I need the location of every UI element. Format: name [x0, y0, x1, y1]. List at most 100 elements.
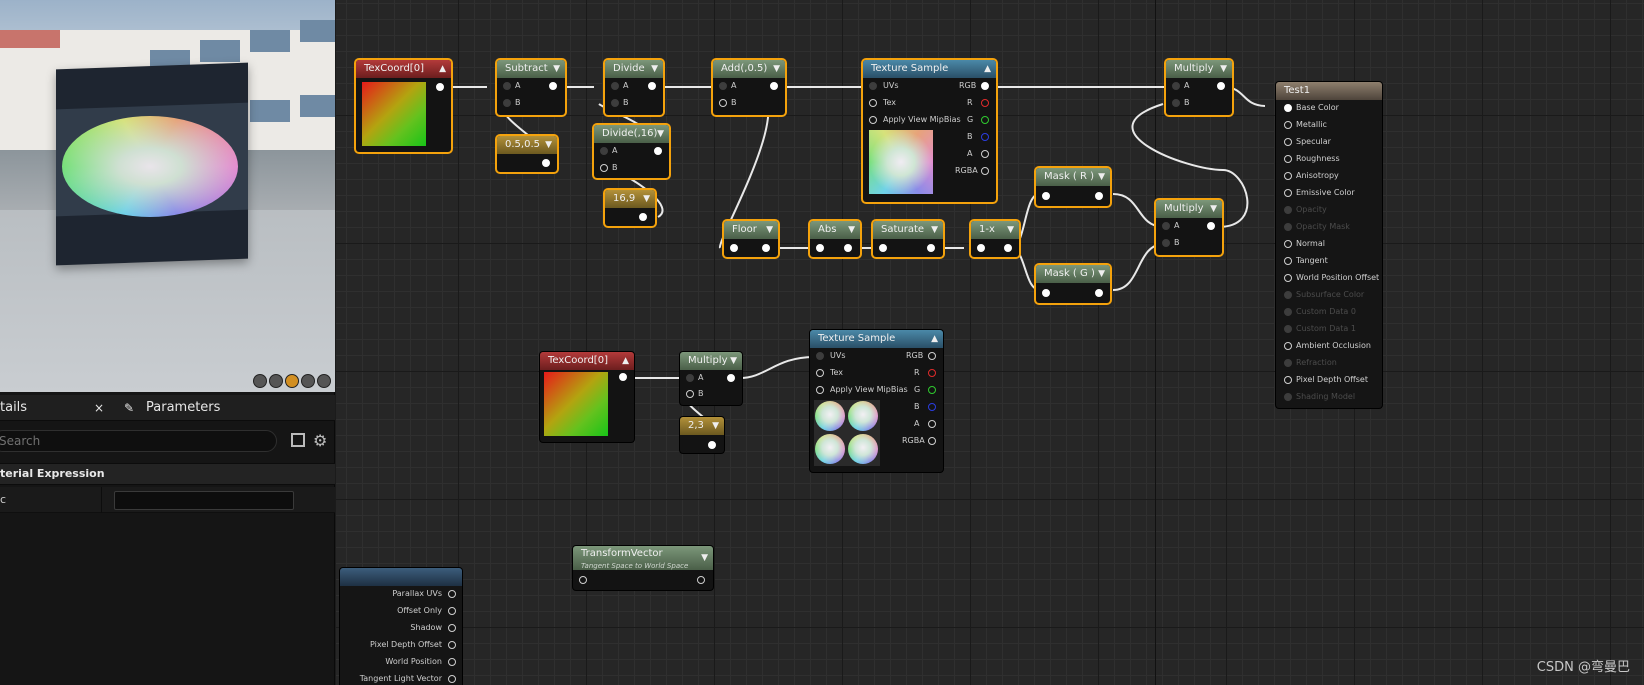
input-pin[interactable] — [1172, 99, 1180, 107]
gear-icon[interactable]: ⚙ — [313, 431, 327, 450]
input-pin[interactable] — [579, 576, 587, 584]
input-pin[interactable] — [730, 244, 738, 252]
preview-viewport[interactable] — [0, 0, 335, 392]
sphere-icon[interactable] — [269, 374, 283, 388]
cube-icon[interactable] — [301, 374, 315, 388]
output-pin[interactable] — [981, 116, 989, 124]
input-pin[interactable] — [1042, 192, 1050, 200]
input-pin[interactable] — [600, 147, 608, 155]
input-pin[interactable] — [816, 369, 824, 377]
input-pin[interactable] — [869, 99, 877, 107]
output-pin[interactable] — [770, 82, 778, 90]
node-one-minus[interactable]: 1-x ▼ — [971, 221, 1019, 257]
input-pin[interactable] — [1284, 257, 1292, 265]
node-add[interactable]: Add(,0.5) ▼ A B — [713, 60, 785, 115]
output-pin[interactable] — [654, 147, 662, 155]
input-pin[interactable] — [977, 244, 985, 252]
input-pin[interactable] — [869, 82, 877, 90]
input-pin[interactable] — [869, 116, 877, 124]
node-mask-r[interactable]: Mask ( R ) ▼ — [1036, 168, 1110, 206]
cylinder-icon[interactable] — [253, 374, 267, 388]
property-value-field[interactable] — [114, 491, 294, 510]
input-pin[interactable] — [1162, 222, 1170, 230]
node-saturate[interactable]: Saturate ▼ — [873, 221, 943, 257]
input-pin[interactable] — [503, 99, 511, 107]
output-pin[interactable] — [1217, 82, 1225, 90]
node-transform-vector[interactable]: TransformVector ▼ Tangent Space to World … — [573, 546, 713, 590]
output-pin[interactable] — [549, 82, 557, 90]
input-pin[interactable] — [816, 244, 824, 252]
input-pin[interactable] — [1284, 223, 1292, 231]
output-pin[interactable] — [697, 576, 705, 584]
input-pin[interactable] — [816, 386, 824, 394]
node-multiply[interactable]: Multiply ▼ A B — [1166, 60, 1232, 115]
output-pin[interactable] — [436, 83, 444, 91]
node-mask-g[interactable]: Mask ( G ) ▼ — [1036, 265, 1110, 303]
output-pin[interactable] — [448, 607, 456, 615]
close-icon[interactable]: × — [94, 395, 104, 421]
input-pin[interactable] — [879, 244, 887, 252]
output-pin[interactable] — [448, 658, 456, 666]
output-pin[interactable] — [542, 159, 550, 167]
input-pin[interactable] — [1284, 189, 1292, 197]
output-pin[interactable] — [981, 99, 989, 107]
input-pin[interactable] — [719, 82, 727, 90]
output-pin[interactable] — [708, 441, 716, 449]
output-pin[interactable] — [448, 641, 456, 649]
output-pin[interactable] — [1207, 222, 1215, 230]
input-pin[interactable] — [1284, 240, 1292, 248]
input-pin[interactable] — [600, 164, 608, 172]
tab-parameters[interactable]: Parameters — [146, 395, 220, 421]
input-pin[interactable] — [1284, 291, 1292, 299]
node-divide[interactable]: Divide ▼ A B — [605, 60, 663, 115]
search-input[interactable]: Search — [0, 430, 277, 452]
input-pin[interactable] — [1284, 325, 1292, 333]
input-pin[interactable] — [1284, 342, 1292, 350]
input-pin[interactable] — [1284, 206, 1292, 214]
output-pin[interactable] — [928, 352, 936, 360]
input-pin[interactable] — [719, 99, 727, 107]
node-divide-16[interactable]: Divide(,16) ▼ A B — [594, 125, 669, 178]
input-pin[interactable] — [1284, 274, 1292, 282]
node-multiply[interactable]: Multiply ▼ A B — [680, 352, 742, 405]
input-pin[interactable] — [1042, 289, 1050, 297]
output-pin[interactable] — [1095, 289, 1103, 297]
input-pin[interactable] — [1284, 172, 1292, 180]
node-texcoord[interactable]: TexCoord[0] ▲ — [540, 352, 634, 442]
output-pin[interactable] — [1095, 192, 1103, 200]
input-pin[interactable] — [1284, 138, 1292, 146]
node-texture-sample[interactable]: Texture Sample ▲ UVs Tex Apply View MipBi… — [810, 330, 943, 472]
output-pin[interactable] — [927, 244, 935, 252]
output-pin[interactable] — [981, 133, 989, 141]
node-material-result[interactable]: Test1 Base Color Metallic Specular Roughnes… — [1276, 82, 1382, 408]
input-pin[interactable] — [1284, 393, 1292, 401]
input-pin[interactable] — [686, 374, 694, 382]
output-pin[interactable] — [928, 369, 936, 377]
node-constant[interactable]: 0.5,0.5 ▼ — [497, 136, 557, 172]
input-pin[interactable] — [611, 82, 619, 90]
output-pin[interactable] — [727, 374, 735, 382]
section-header[interactable]: terial Expression — [0, 463, 335, 485]
node-floor[interactable]: Floor ▼ — [724, 221, 778, 257]
output-pin[interactable] — [648, 82, 656, 90]
node-subtract[interactable]: Subtract ▼ A B — [497, 60, 565, 115]
node-texture-sample[interactable]: Texture Sample ▲ UVs Tex Apply View MipBi… — [863, 60, 996, 202]
output-pin[interactable] — [448, 624, 456, 632]
teapot-icon[interactable] — [317, 374, 331, 388]
input-pin[interactable] — [1284, 359, 1292, 367]
table-view-icon[interactable] — [291, 433, 305, 447]
material-graph[interactable]: TexCoord[0] ▲ Subtract ▼ A B 0.5,0.5 ▼ Divi… — [336, 0, 1644, 685]
output-pin[interactable] — [928, 420, 936, 428]
output-pin[interactable] — [981, 167, 989, 175]
input-pin[interactable] — [1284, 376, 1292, 384]
node-constant[interactable]: 16,9 ▼ — [605, 190, 655, 226]
input-pin[interactable] — [816, 352, 824, 360]
input-pin[interactable] — [1284, 308, 1292, 316]
node-abs[interactable]: Abs ▼ — [810, 221, 860, 257]
output-pin[interactable] — [844, 244, 852, 252]
input-pin[interactable] — [1172, 82, 1180, 90]
input-pin[interactable] — [1284, 155, 1292, 163]
output-pin[interactable] — [981, 150, 989, 158]
node-multiply[interactable]: Multiply ▼ A B — [1156, 200, 1222, 255]
output-pin[interactable] — [762, 244, 770, 252]
